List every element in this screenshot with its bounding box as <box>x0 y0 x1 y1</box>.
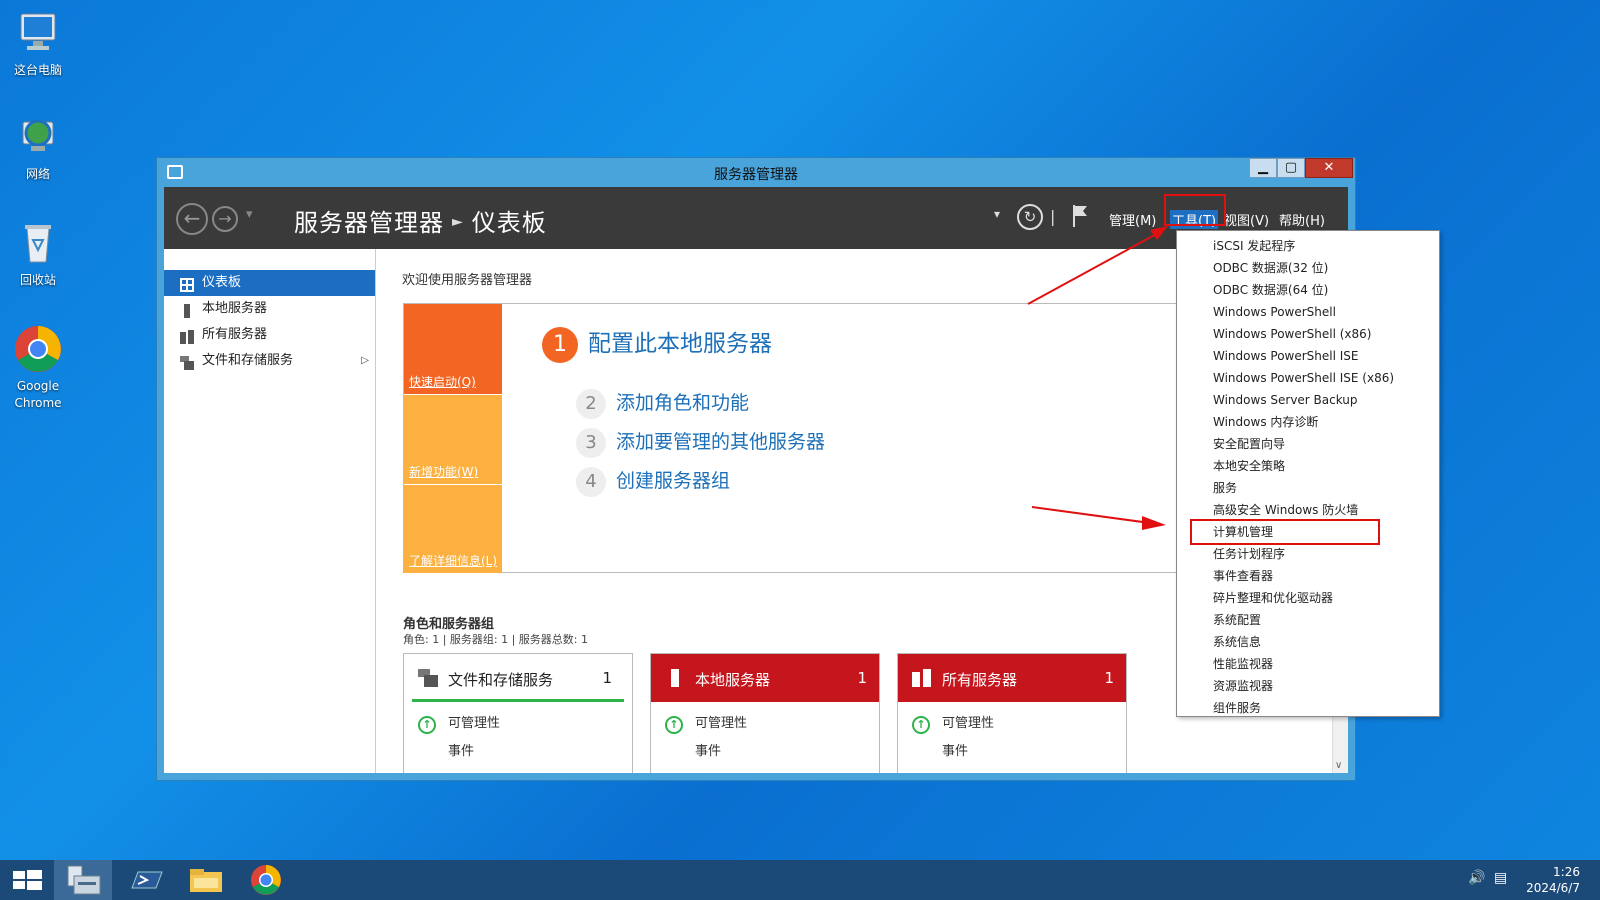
start-button[interactable] <box>0 860 56 900</box>
arrowhead-icon <box>1150 226 1168 240</box>
annotation-arrow-to-computer-management <box>1031 506 1151 524</box>
server-manager-icon <box>67 865 101 895</box>
taskbar-powershell[interactable] <box>118 860 174 900</box>
taskbar-file-explorer[interactable] <box>178 860 234 900</box>
taskbar-server-manager[interactable] <box>54 860 112 900</box>
system-clock[interactable]: 1:26 2024/6/7 <box>1526 864 1580 896</box>
file-explorer-icon <box>190 869 222 892</box>
start-icon <box>13 870 42 890</box>
clock-time: 1:26 <box>1553 865 1580 879</box>
clock-date: 2024/6/7 <box>1526 881 1580 895</box>
powershell-icon <box>131 871 163 889</box>
taskbar: 🔊 ▤ 1:26 2024/6/7 <box>0 860 1600 900</box>
network-status-icon[interactable]: ▤ <box>1494 870 1507 886</box>
annotation-arrow-to-tools <box>1027 231 1161 305</box>
taskbar-chrome[interactable] <box>238 860 294 900</box>
chrome-icon <box>251 865 281 895</box>
volume-icon[interactable]: 🔊 <box>1468 870 1485 886</box>
arrowhead-icon <box>1142 516 1166 530</box>
annotation-arrows <box>1027 226 1168 530</box>
